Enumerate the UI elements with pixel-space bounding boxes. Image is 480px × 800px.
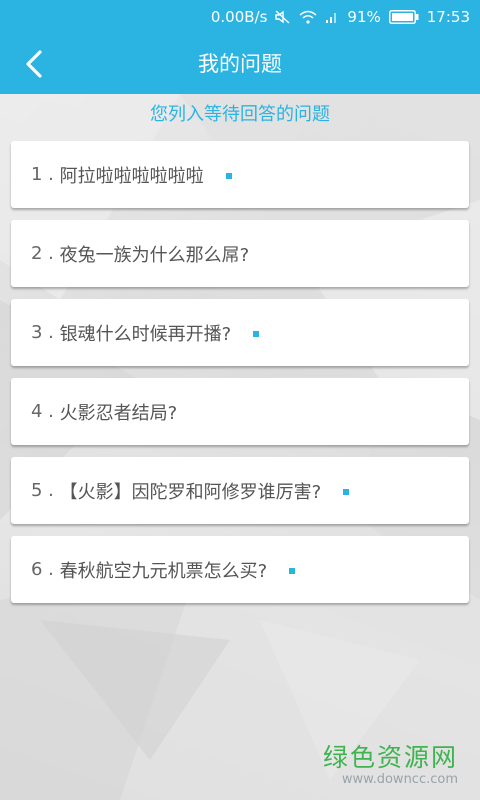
question-number: 2 . [31, 243, 54, 264]
question-list: 1 . 阿拉啦啦啦啦啦啦 2 . 夜兔一族为什么那么屌? 3 . 银魂什么时候再… [11, 141, 469, 615]
pending-marker [225, 172, 232, 179]
question-item-2[interactable]: 2 . 夜兔一族为什么那么屌? [11, 220, 469, 287]
status-bar-right: 0.00B/s 91% 17:53 [211, 0, 470, 34]
question-item-6[interactable]: 6 . 春秋航空九元机票怎么买? [11, 536, 469, 603]
battery-icon [388, 10, 419, 24]
watermark-name: 绿色资源网 [322, 743, 458, 772]
question-item-4[interactable]: 4 . 火影忍者结局? [11, 378, 469, 445]
question-text: 银魂什么时候再开播? [59, 323, 232, 345]
question-item-3[interactable]: 3 . 银魂什么时候再开播? [11, 299, 469, 366]
signal-icon [325, 10, 339, 24]
wifi-icon [299, 10, 317, 24]
question-text: 火影忍者结局? [59, 402, 178, 424]
title-bar: 我的问题 [0, 34, 480, 94]
chevron-left-icon [26, 50, 42, 78]
watermark: 绿色资源网 www.downcc.com [278, 738, 458, 787]
question-number: 4 . [31, 401, 54, 422]
question-number: 1 . [31, 164, 54, 185]
status-bar: 0.00B/s 91% 17:53 [0, 0, 480, 34]
watermark-url: www.downcc.com [341, 772, 458, 787]
question-number: 5 . [31, 480, 54, 501]
battery-percent: 91% [347, 8, 381, 26]
question-text: 春秋航空九元机票怎么买? [59, 560, 268, 582]
pending-marker [253, 330, 260, 337]
question-item-1[interactable]: 1 . 阿拉啦啦啦啦啦啦 [11, 141, 469, 208]
pending-marker [289, 567, 296, 574]
question-number: 6 . [31, 559, 54, 580]
network-speed: 0.00B/s [210, 8, 268, 26]
page-title: 我的问题 [198, 52, 282, 76]
question-item-5[interactable]: 5 . 【火影】因陀罗和阿修罗谁厉害? [11, 457, 469, 524]
question-number: 3 . [31, 322, 54, 343]
back-button[interactable] [12, 44, 56, 84]
section-subtitle: 您列入等待回答的问题 [150, 104, 330, 125]
question-text: 阿拉啦啦啦啦啦啦 [59, 165, 204, 187]
question-text: 夜兔一族为什么那么屌? [59, 244, 250, 266]
clock: 17:53 [426, 8, 470, 26]
question-text: 【火影】因陀罗和阿修罗谁厉害? [59, 481, 322, 503]
pending-marker [343, 488, 350, 495]
mute-icon [275, 10, 291, 24]
